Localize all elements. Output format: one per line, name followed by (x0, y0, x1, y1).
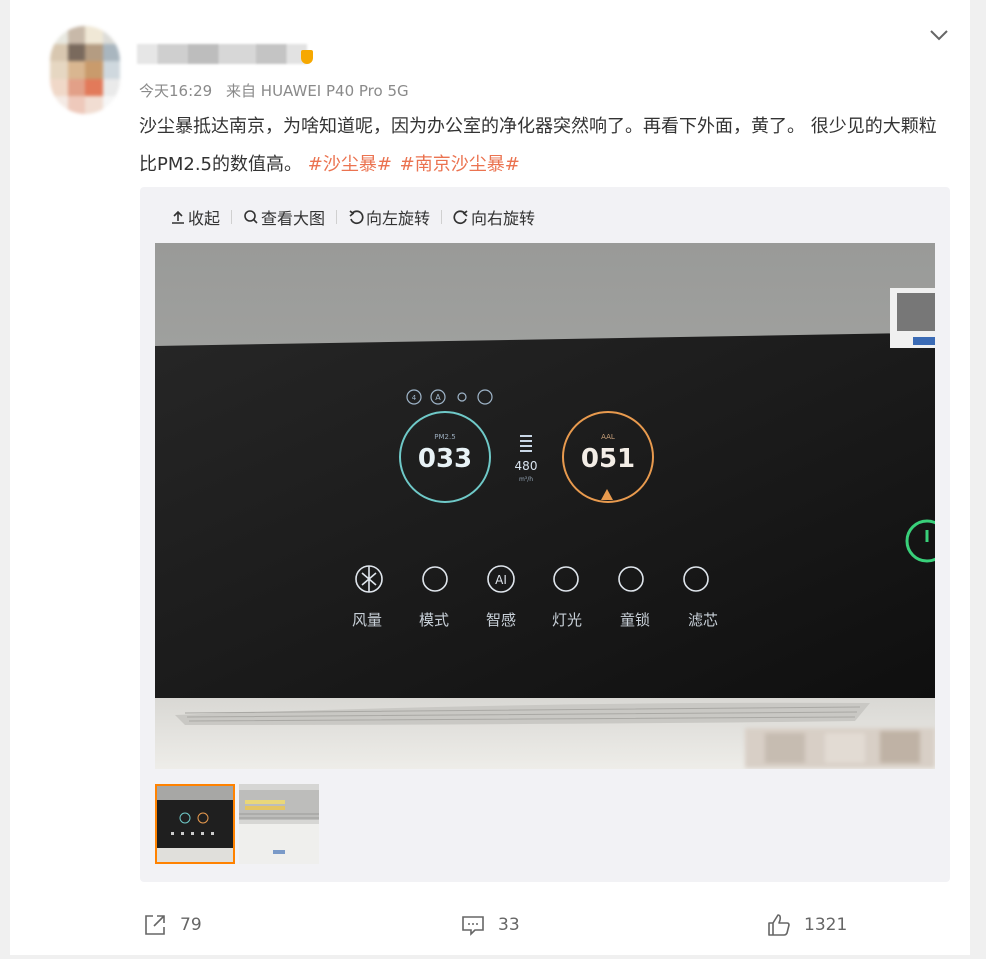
post-actions: 79 33 1321 (10, 912, 970, 942)
avatar[interactable] (50, 26, 120, 114)
collapse-label: 收起 (188, 209, 221, 228)
rotate-left-button[interactable]: 向左旋转 (348, 205, 430, 229)
post-source: 来自 HUAWEI P40 Pro 5G (226, 82, 409, 100)
post-text: 沙尘暴抵达南京，为啥知道呢，因为办公室的净化器突然响了。再看下外面，黄了。 很少… (139, 108, 954, 184)
watermark-blurred (745, 728, 935, 768)
purifier-panel (155, 333, 935, 698)
collapse-button[interactable]: 收起 (170, 205, 220, 229)
weibo-post-card: 今天16:29 来自 HUAWEI P40 Pro 5G 沙尘暴抵达南京，为啥知… (10, 0, 970, 955)
pm25-label: PM2.5 (434, 433, 455, 441)
username-blurred[interactable] (137, 44, 307, 64)
rotate-right-button[interactable]: 向右旋转 (453, 205, 535, 229)
post-meta: 今天16:29 来自 HUAWEI P40 Pro 5G (139, 80, 418, 101)
like-button[interactable]: 1321 (766, 912, 847, 938)
upload-arrow-icon (172, 210, 184, 224)
like-icon (768, 914, 790, 936)
view-large-label: 查看大图 (261, 209, 326, 228)
media-viewer: 收起 查看大图 向左旋转 向右旋转 4 A PM2.5 033 480 m³/h… (140, 187, 950, 882)
smart-sense-label: 智感 (486, 611, 516, 629)
thumbnail-strip (155, 784, 323, 864)
chevron-down-icon[interactable] (928, 24, 950, 46)
auto-indicator-glyph: 4 (412, 394, 417, 402)
aal-label: AAL (601, 433, 615, 441)
airflow-value: 480 (515, 459, 538, 473)
magnifier-icon (244, 210, 258, 224)
light-label: 灯光 (552, 611, 582, 629)
forward-button[interactable]: 79 (142, 912, 202, 938)
rotate-left-label: 向左旋转 (366, 209, 431, 228)
view-large-button[interactable]: 查看大图 (243, 205, 325, 229)
ai-icon-glyph: AI (495, 573, 507, 587)
a-indicator-glyph: A (435, 393, 441, 402)
comment-icon (462, 916, 484, 936)
like-count: 1321 (804, 915, 848, 935)
toolbar-divider (231, 210, 233, 224)
rotate-right-icon (453, 210, 468, 225)
child-lock-label: 童锁 (620, 611, 650, 629)
mode-label: 模式 (419, 611, 449, 629)
thumbnail-1[interactable] (155, 784, 235, 864)
forward-count: 79 (180, 915, 202, 935)
qr-label (913, 337, 935, 345)
hashtag-nanjing-sandstorm[interactable]: #南京沙尘暴# (400, 154, 520, 175)
rotate-right-label: 向右旋转 (471, 209, 536, 228)
fan-speed-label: 风量 (352, 611, 382, 629)
toolbar-divider (441, 210, 443, 224)
post-time[interactable]: 今天16:29 (139, 82, 212, 100)
image-toolbar: 收起 查看大图 向左旋转 向右旋转 (170, 205, 535, 229)
post-body: 沙尘暴抵达南京，为啥知道呢，因为办公室的净化器突然响了。再看下外面，黄了。 很少… (139, 116, 937, 175)
toolbar-divider (336, 210, 338, 224)
comment-count: 33 (498, 915, 520, 935)
thumbnail-2[interactable] (239, 784, 319, 864)
aal-value: 051 (581, 444, 635, 474)
pm25-value: 033 (418, 444, 472, 474)
hashtag-sandstorm[interactable]: #沙尘暴# (308, 154, 392, 175)
filter-label: 滤芯 (688, 611, 718, 629)
vip-badge-icon (301, 50, 313, 64)
qr-code (897, 293, 935, 331)
comment-button[interactable]: 33 (460, 912, 520, 938)
rotate-left-icon (349, 210, 364, 225)
main-photo[interactable]: 4 A PM2.5 033 480 m³/h AAL 051 AI 风量 模式 … (155, 243, 935, 769)
airflow-unit: m³/h (519, 476, 533, 483)
share-icon (145, 915, 165, 935)
